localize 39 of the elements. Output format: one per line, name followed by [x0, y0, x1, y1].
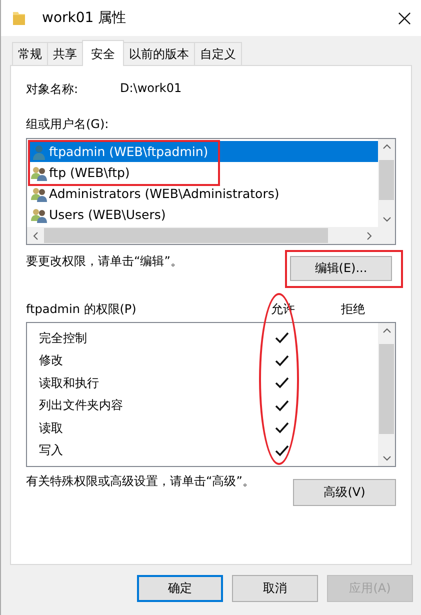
group-icon — [31, 186, 47, 202]
permission-name: 写入 — [39, 442, 64, 460]
tab[interactable]: 安全 — [82, 40, 124, 66]
scroll-right-icon[interactable] — [367, 232, 372, 240]
object-name-value: D:\work01 — [120, 81, 182, 97]
scroll-up-icon[interactable] — [382, 328, 390, 333]
object-name-label: 对象名称: — [26, 81, 80, 98]
vertical-scrollbar[interactable] — [378, 323, 395, 466]
permission-name: 修改 — [39, 352, 64, 370]
user-icon — [31, 144, 47, 160]
dialog-button[interactable]: 确定 — [137, 575, 223, 602]
users-label: 组或用户名(G): — [26, 116, 110, 133]
deny-header: 拒绝 — [340, 301, 366, 318]
permission-name: 完全控制 — [39, 330, 88, 347]
user-list-item[interactable]: Administrators (WEB\Administrators) — [29, 183, 378, 204]
group-icon — [31, 206, 47, 222]
dialog-button[interactable]: 取消 — [232, 575, 318, 602]
vertical-scrollbar[interactable] — [378, 139, 395, 227]
close-icon[interactable] — [398, 12, 411, 24]
scroll-down-icon[interactable] — [382, 217, 390, 222]
advanced-button[interactable]: 高级(V) — [293, 479, 396, 506]
permission-name: 读取和执行 — [39, 374, 100, 392]
edit-hint: 要更改权限，请单击“编辑”。 — [26, 253, 182, 270]
tab[interactable]: 自定义 — [194, 42, 242, 65]
window-title: work01 属性 — [42, 9, 128, 27]
folder-icon — [12, 10, 26, 26]
tab[interactable]: 常规 — [12, 42, 48, 65]
group-icon — [31, 164, 47, 180]
user-list-item[interactable]: Users (WEB\Users) — [29, 204, 378, 225]
permission-name: 列出文件夹内容 — [39, 397, 124, 414]
permission-name: 读取 — [39, 420, 64, 437]
user-list-item[interactable]: ftpadmin (WEB\ftpadmin) — [29, 141, 378, 162]
user-list-item[interactable]: ftp (WEB\ftp) — [29, 162, 378, 183]
permissions-label: ftpadmin 的权限(P) — [26, 301, 138, 318]
scroll-left-icon[interactable] — [33, 232, 38, 240]
scroll-down-icon[interactable] — [382, 456, 390, 461]
scroll-up-icon[interactable] — [382, 144, 390, 149]
advanced-hint: 有关特殊权限或高级设置，请单击“高级”。 — [26, 473, 254, 490]
edit-button[interactable]: 编辑(E)... — [290, 256, 392, 281]
